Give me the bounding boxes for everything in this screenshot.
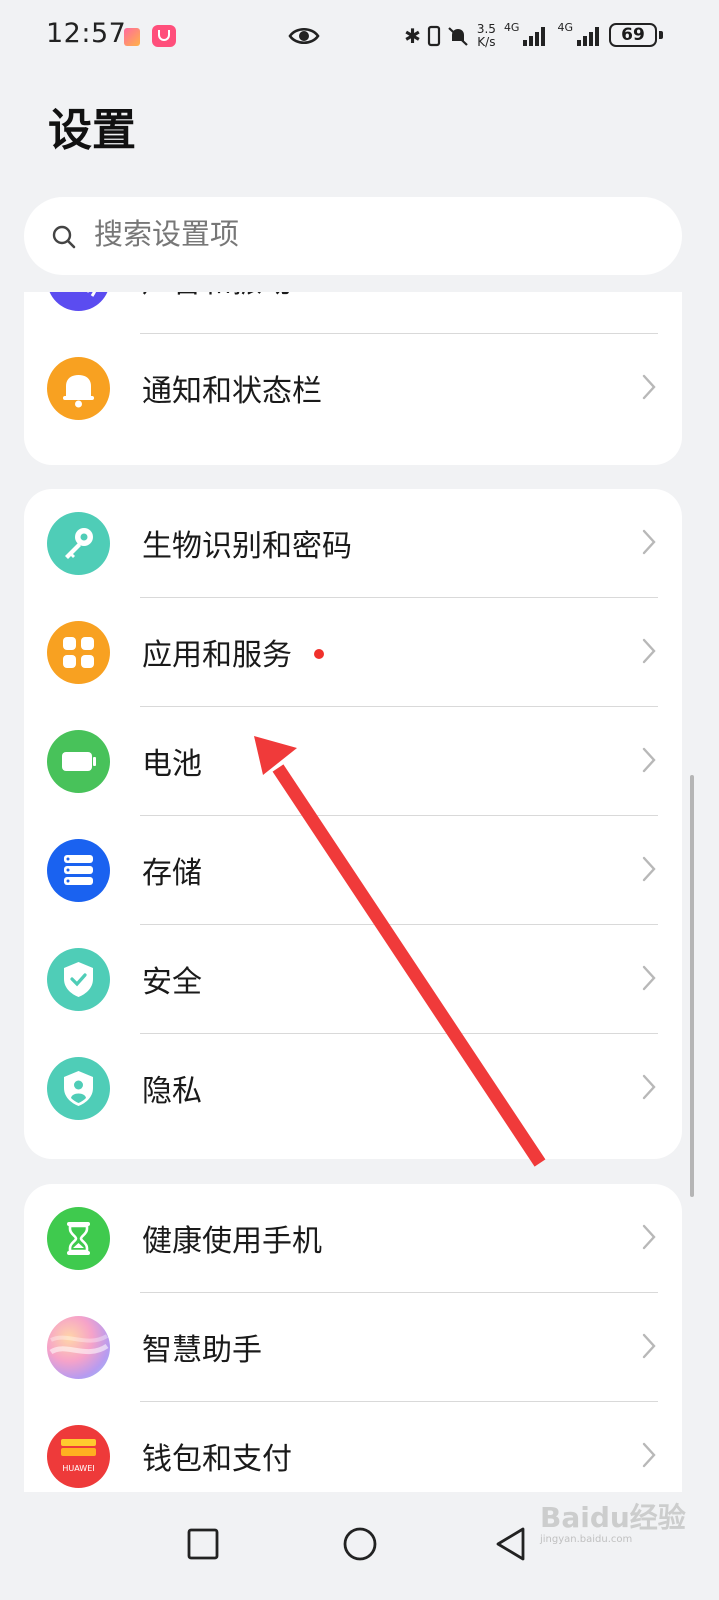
chevron-right-icon (642, 1074, 656, 1100)
chevron-right-icon (642, 638, 656, 664)
settings-item-label: 声音和振动 (142, 292, 292, 301)
settings-item-apps[interactable]: 应用和服务 (24, 598, 682, 707)
chevron-right-icon (642, 1442, 656, 1468)
status-bar: 12:57 ✱ 3.5 K/s 4G 4G 69 (0, 0, 719, 76)
app-notification-icon (152, 25, 176, 47)
chevron-right-icon (642, 374, 656, 400)
recent-apps-button[interactable] (173, 1514, 233, 1574)
settings-item-label: 存储 (142, 856, 202, 891)
settings-item-label: 应用和服务 (142, 630, 324, 674)
signal-icon (577, 26, 599, 46)
chevron-right-icon (642, 529, 656, 555)
mute-bell-icon (448, 27, 468, 46)
chevron-right-icon (642, 856, 656, 882)
settings-group: 健康使用手机 智慧助手 HUAWEI 钱包和支付 (24, 1184, 682, 1492)
settings-item-wallet[interactable]: HUAWEI 钱包和支付 (24, 1402, 682, 1492)
search-bar[interactable] (24, 197, 682, 275)
chevron-right-icon (642, 747, 656, 773)
status-time: 12:57 (46, 18, 127, 49)
settings-item-label: 通知和状态栏 (142, 374, 322, 409)
settings-item-privacy[interactable]: 隐私 (24, 1034, 682, 1143)
settings-item-label: 智慧助手 (142, 1333, 262, 1368)
scrollbar[interactable] (690, 775, 694, 1197)
net-speed: 3.5 K/s (476, 22, 496, 49)
vibrate-icon (427, 25, 440, 47)
chevron-right-icon (642, 1333, 656, 1359)
watermark: Baidu经验 jingyan.baidu.com (540, 1501, 686, 1545)
storage-icon (47, 839, 110, 902)
settings-item-label: 电池 (142, 747, 202, 782)
settings-item-sound[interactable]: 声音和振动 (24, 292, 682, 334)
settings-list[interactable]: 声音和振动 通知和状态栏 生物识别和密码 应用和服务 (0, 292, 719, 1492)
settings-item-biometrics[interactable]: 生物识别和密码 (24, 489, 682, 598)
settings-item-digital-balance[interactable]: 健康使用手机 (24, 1184, 682, 1293)
settings-item-label: 安全 (142, 965, 202, 1000)
settings-item-label: 隐私 (142, 1074, 202, 1109)
network-type-2: 4G (557, 20, 573, 34)
signal-icon (523, 26, 546, 46)
settings-item-label: 钱包和支付 (142, 1442, 292, 1477)
network-type-1: 4G (503, 20, 520, 34)
svg-text:HUAWEI: HUAWEI (62, 1464, 94, 1473)
huawei-wallet-icon: HUAWEI (47, 1425, 110, 1488)
settings-group: 声音和振动 通知和状态栏 (24, 292, 682, 465)
settings-item-assistant[interactable]: 智慧助手 (24, 1293, 682, 1402)
back-button[interactable] (481, 1514, 541, 1574)
chevron-right-icon (642, 965, 656, 991)
settings-item-security[interactable]: 安全 (24, 925, 682, 1034)
bell-icon (47, 357, 110, 420)
settings-item-label: 生物识别和密码 (142, 529, 352, 564)
sound-wave-icon (47, 292, 110, 311)
eye-comfort-icon (288, 27, 320, 45)
app-notification-icon (124, 28, 140, 46)
apps-grid-icon (47, 621, 110, 684)
shield-check-icon (47, 948, 110, 1011)
battery-icon (47, 730, 110, 793)
chevron-right-icon (642, 1224, 656, 1250)
settings-item-notifications[interactable]: 通知和状态栏 (24, 334, 682, 443)
search-input[interactable] (94, 217, 634, 251)
hourglass-icon (47, 1207, 110, 1270)
key-icon (47, 512, 110, 575)
privacy-shield-icon (47, 1057, 110, 1120)
new-badge-dot (314, 648, 324, 659)
settings-item-battery[interactable]: 电池 (24, 707, 682, 816)
settings-group: 生物识别和密码 应用和服务 电池 存储 安全 隐私 (24, 489, 682, 1159)
settings-item-storage[interactable]: 存储 (24, 816, 682, 925)
bluetooth-icon: ✱ (404, 24, 421, 48)
assistant-orb-icon (47, 1316, 110, 1379)
battery-indicator: 69 (609, 23, 663, 47)
home-button[interactable] (330, 1514, 390, 1574)
settings-item-label: 健康使用手机 (142, 1224, 322, 1259)
page-title: 设置 (48, 105, 136, 156)
search-icon (52, 225, 76, 249)
